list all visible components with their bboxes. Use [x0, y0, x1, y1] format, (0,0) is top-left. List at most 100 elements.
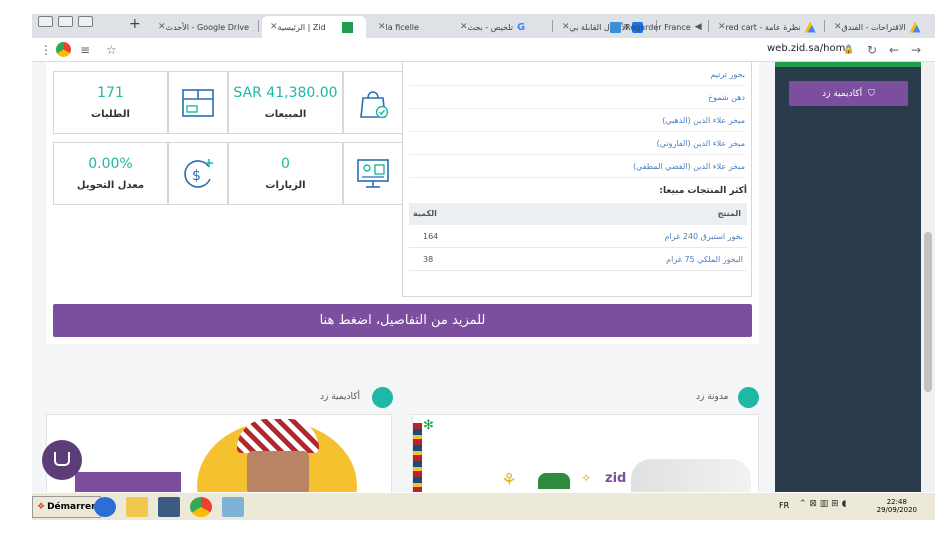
- stat-orders-label: الطلبات: [91, 109, 130, 120]
- col-qty: الكمية: [413, 209, 437, 218]
- stat-sales-label: المبيعات: [264, 109, 307, 120]
- ie-icon[interactable]: [94, 497, 116, 517]
- stat-visits-value: 0: [281, 156, 290, 172]
- stat-conversion: 0.00% معدل التحويل: [53, 142, 168, 205]
- close-icon[interactable]: ✕: [158, 22, 166, 32]
- tab-regarder-france[interactable]: Regarder France ◀: [602, 16, 710, 38]
- google-icon: G: [517, 21, 526, 33]
- close-icon[interactable]: ✕: [378, 22, 386, 32]
- sidebar-top-accent: [775, 62, 921, 67]
- sidebar-academy-button[interactable]: ⛉ أكاديمية زد: [789, 81, 908, 106]
- url-field[interactable]: web.zid.sa/home: [767, 43, 851, 54]
- dashboard-panel: 171 الطلبات SAR 41,380.00 المبيعات 0.00%…: [46, 62, 759, 344]
- scrollbar-thumb[interactable]: [924, 232, 932, 392]
- product-link[interactable]: مبخر علاء الدين (الذهبي): [662, 116, 745, 125]
- tab-search[interactable]: ✕ تلخيص - بحث G: [452, 16, 552, 38]
- academy-card[interactable]: [46, 414, 392, 492]
- chrome-icon[interactable]: [190, 497, 212, 517]
- ads-icon: [804, 21, 816, 33]
- tab-title: الرئيسية | Zid: [277, 22, 326, 32]
- back-arrow-icon[interactable]: ←: [889, 42, 899, 58]
- close-icon[interactable]: ✕: [270, 22, 278, 32]
- saudi-logo: [538, 473, 570, 489]
- top-product-name[interactable]: البخور الملكي 75 غرام: [666, 255, 743, 264]
- col-product: المنتج: [717, 209, 741, 218]
- shield-icon: ⛉: [868, 88, 875, 99]
- tab-red-cart[interactable]: ✕ red cart - نظرة عامة: [710, 16, 822, 38]
- close-icon[interactable]: ✕: [718, 22, 726, 32]
- start-label: Démarrer: [47, 502, 96, 512]
- stat-conversion-label: معدل التحويل: [76, 180, 145, 191]
- drive-icon: [253, 21, 254, 32]
- tray-icons[interactable]: ⌃ ⊠ ▥ ⊞ ◖: [799, 499, 846, 509]
- browser-toolbar: ⋮ ≡ ☆ web.zid.sa/home 🔒 ↻ ← →: [32, 38, 935, 62]
- forward-arrow-icon[interactable]: →: [911, 42, 921, 58]
- product-link[interactable]: مبخر علاء الدين (الفضي المطفي): [633, 162, 745, 171]
- window-minimize-icon[interactable]: [78, 16, 93, 27]
- top-product-name[interactable]: بخور استبرق 240 غرام: [665, 232, 743, 241]
- stat-sales-value: SAR 41,380.00: [233, 85, 338, 101]
- close-icon[interactable]: ✕: [562, 22, 570, 32]
- academy-section-icon: [372, 387, 393, 408]
- clock-date: 29/09/2020: [876, 506, 917, 514]
- zid-favicon-icon: [341, 21, 353, 33]
- media-player-icon[interactable]: [158, 497, 180, 517]
- window-icon[interactable]: [222, 497, 244, 517]
- more-details-button[interactable]: للمزيد من التفاصيل، اضغط هنا: [53, 304, 752, 337]
- academy-section-title: أكاديمية زد: [320, 392, 360, 402]
- chart-favicon-icon: [610, 21, 621, 33]
- decorative-portraits: [631, 459, 751, 492]
- menu-dots-icon[interactable]: ⋮: [40, 42, 52, 58]
- stat-visits-label: الزيارات: [265, 180, 306, 191]
- close-icon[interactable]: ✕: [834, 22, 842, 32]
- stat-orders-value: 171: [97, 85, 124, 101]
- reading-list-icon[interactable]: ≡: [80, 42, 90, 58]
- window-restore-icon[interactable]: [38, 16, 53, 27]
- top-product-qty: 164: [423, 232, 439, 241]
- stat-conversion-value: 0.00%: [88, 156, 133, 172]
- tab-title: red cart - نظرة عامة: [725, 22, 801, 32]
- stat-orders: 171 الطلبات: [53, 71, 168, 134]
- blog-card[interactable]: ✻ ⚘ ✧ zid: [412, 414, 759, 492]
- page-scrollbar[interactable]: [921, 62, 935, 492]
- decorative-pattern: [413, 423, 422, 492]
- sidebar-academy-label: أكاديمية زد: [822, 88, 863, 99]
- product-link[interactable]: دهن شموخ: [708, 93, 745, 102]
- chat-icon: [54, 452, 70, 466]
- extension-icon[interactable]: [56, 42, 71, 57]
- page-viewport: 171 الطلبات SAR 41,380.00 المبيعات 0.00%…: [32, 62, 935, 492]
- folder-icon[interactable]: [126, 497, 148, 517]
- top-product-qty: 38: [423, 255, 434, 264]
- lock-icon[interactable]: 🔒: [843, 42, 854, 58]
- shopping-bag-check-icon: [360, 90, 389, 118]
- os-taskbar: ❖ Démarrer FR ⌃ ⊠ ▥ ⊞ ◖ 22:48 29/09/2020: [32, 492, 935, 520]
- decorative-ornament: ✧: [581, 471, 592, 485]
- ads-icon: [909, 21, 921, 33]
- clock[interactable]: 22:48 29/09/2020: [877, 498, 917, 514]
- browser-tab-strip: + ✕ الأحدث - Google Drive ✕ الرئيسية | Z…: [32, 14, 935, 38]
- stat-sales: SAR 41,380.00 المبيعات: [228, 71, 343, 134]
- stat-sales-icon-box: [343, 71, 403, 134]
- speaker-icon: ◀: [694, 21, 702, 32]
- palm-icon: ⚘: [501, 470, 518, 491]
- tab-google-drive[interactable]: ✕ الأحدث - Google Drive: [150, 16, 254, 38]
- tab-suggestions[interactable]: ✕ الاقتراحات - الفندق: [826, 16, 935, 38]
- person-headdress: [237, 419, 319, 453]
- product-link[interactable]: بخور ترتيم: [710, 70, 745, 79]
- stat-visits: 0 الزيارات: [228, 142, 343, 205]
- chat-launcher-button[interactable]: [42, 440, 82, 480]
- palm-icon: ✻: [423, 418, 434, 433]
- language-indicator[interactable]: FR: [779, 501, 789, 510]
- close-icon[interactable]: ✕: [460, 22, 468, 32]
- window-tile-icon[interactable]: [58, 16, 73, 27]
- blog-section-title: مدونة زد: [696, 392, 729, 402]
- bookmark-star-icon[interactable]: ☆: [106, 42, 117, 58]
- tab-zid-home[interactable]: ✕ الرئيسية | Zid: [262, 16, 366, 38]
- tab-la-ficelle[interactable]: ✕ la ficelle: [370, 16, 452, 38]
- tab-title: la ficelle: [385, 22, 419, 32]
- reload-icon[interactable]: ↻: [867, 42, 877, 58]
- svg-text:$: $: [192, 168, 201, 184]
- start-button[interactable]: ❖ Démarrer: [32, 496, 101, 518]
- new-tab-icon[interactable]: +: [129, 16, 141, 32]
- product-link[interactable]: مبخر علاء الدين (الفاروتي): [657, 139, 745, 148]
